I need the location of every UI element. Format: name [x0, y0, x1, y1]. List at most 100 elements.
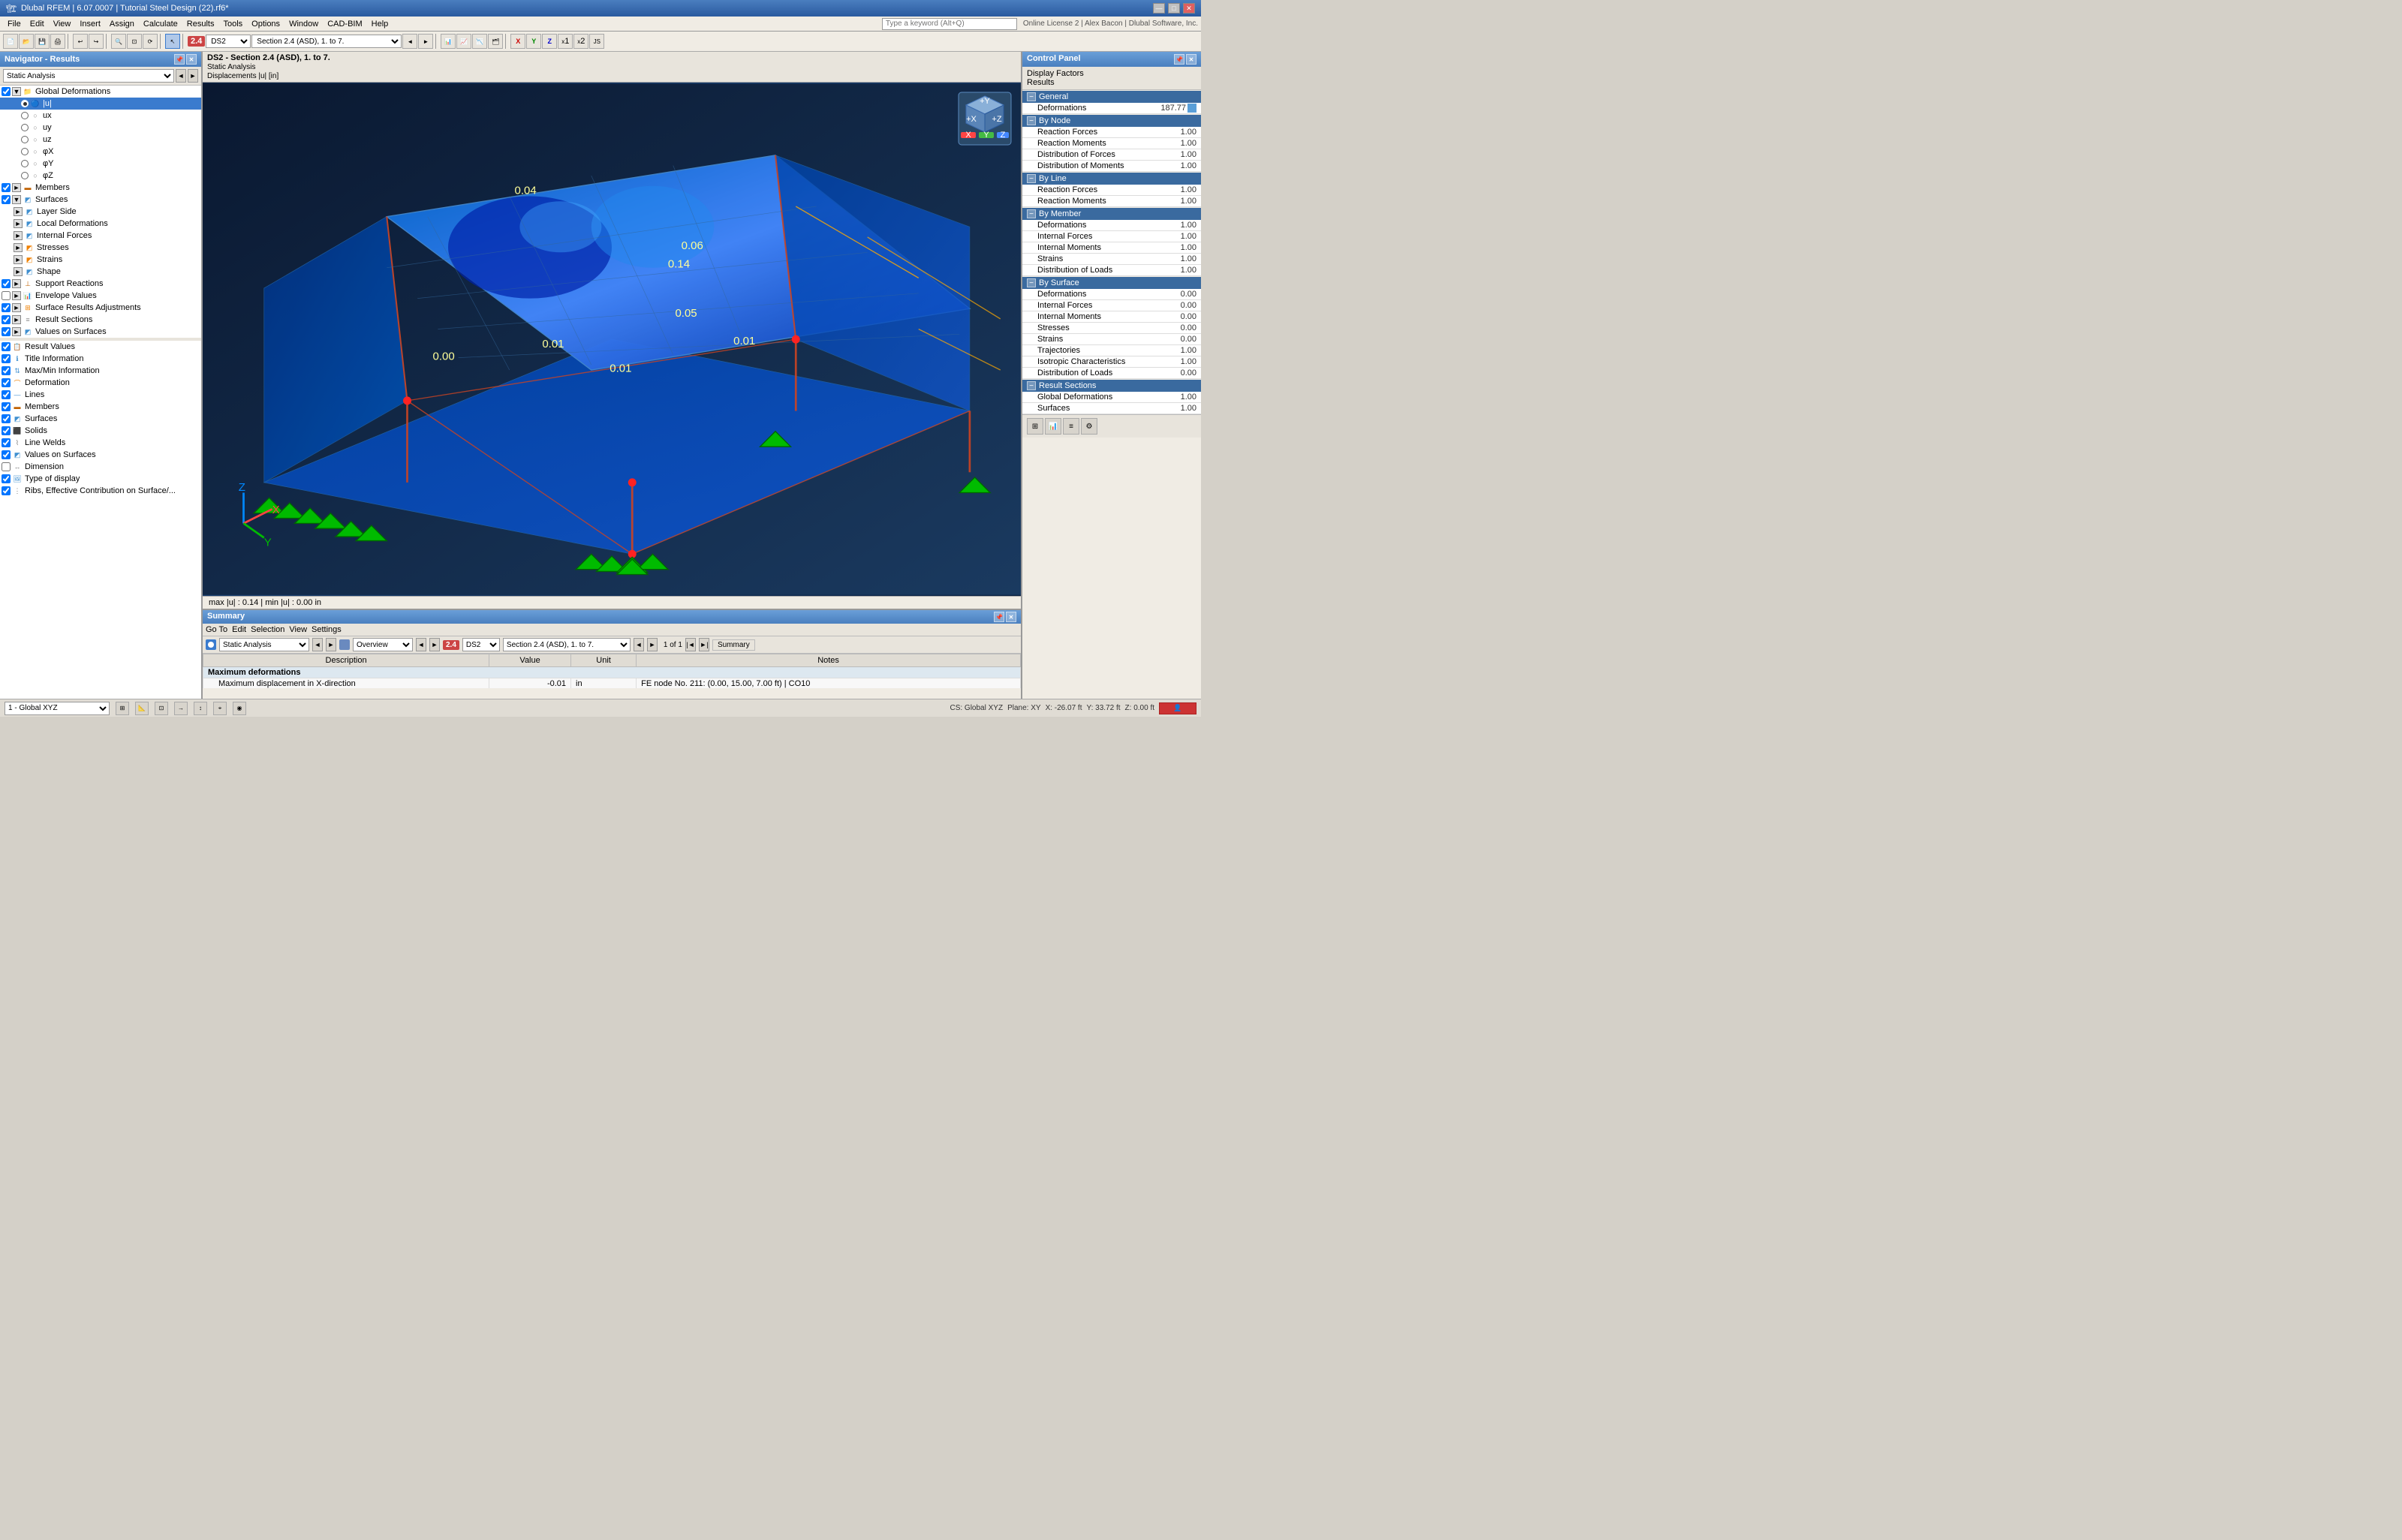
cp-section-by-node[interactable]: − By Node: [1022, 115, 1201, 127]
tb-xyz-y[interactable]: Y: [526, 34, 541, 49]
expand-values-on-surfaces[interactable]: ►: [12, 327, 21, 336]
tree-item-surface-results-adj[interactable]: ► ⊞ Surface Results Adjustments: [0, 302, 201, 314]
tb-results-view3[interactable]: 📉: [472, 34, 487, 49]
expand-layer-side[interactable]: ►: [14, 207, 23, 216]
status-btn5[interactable]: ↕: [194, 702, 207, 715]
menu-assign[interactable]: Assign: [105, 18, 139, 30]
radio-ux[interactable]: [21, 112, 29, 119]
tree-item-result-sections[interactable]: ► ≡ Result Sections: [0, 314, 201, 326]
tb-results-view4[interactable]: 🗂: [488, 34, 503, 49]
cp-section-general[interactable]: − General: [1022, 91, 1201, 103]
menu-view[interactable]: View: [49, 18, 76, 30]
summary-sheet-tab[interactable]: Summary: [712, 639, 755, 651]
cp-btn-list[interactable]: ≡: [1063, 418, 1079, 435]
check-surfaces-2[interactable]: [2, 414, 11, 423]
summary-ov-next[interactable]: ►: [429, 638, 440, 651]
menu-results[interactable]: Results: [182, 18, 219, 30]
cp-btn-settings[interactable]: ⚙: [1081, 418, 1097, 435]
expand-members[interactable]: ►: [12, 183, 21, 192]
tree-item-members[interactable]: ► ▬ Members: [0, 182, 201, 194]
ds-combo[interactable]: DS2: [206, 35, 251, 48]
summary-settings[interactable]: Settings: [312, 625, 342, 634]
tree-item-internal-forces[interactable]: ► ◩ Internal Forces: [0, 230, 201, 242]
viewport-canvas[interactable]: 0.04 0.00 0.06 0.14 0.01 0.05 0.01 0.01 …: [203, 83, 1021, 596]
check-values-2[interactable]: [2, 450, 11, 459]
check-lines[interactable]: [2, 390, 11, 399]
status-btn7[interactable]: ◉: [233, 702, 246, 715]
radio-uy[interactable]: [21, 124, 29, 131]
radio-phiz[interactable]: [21, 172, 29, 179]
cp-btn-table[interactable]: ⊞: [1027, 418, 1043, 435]
tree-item-layer-side[interactable]: ► ◩ Layer Side: [0, 206, 201, 218]
tree-item-local-deformations[interactable]: ► ◩ Local Deformations: [0, 218, 201, 230]
tree-item-shape[interactable]: ► ◩ Shape: [0, 266, 201, 278]
expand-internal-forces[interactable]: ►: [14, 231, 23, 240]
radio-u-abs[interactable]: [21, 100, 29, 107]
check-support-reactions[interactable]: [2, 279, 11, 288]
expand-global-deformations[interactable]: ▼: [12, 87, 21, 96]
nav-next-button[interactable]: ►: [188, 69, 198, 83]
cp-edit-deformations[interactable]: [1187, 104, 1196, 113]
close-button[interactable]: ✕: [1183, 3, 1195, 14]
tree-item-values-2[interactable]: ◩ Values on Surfaces: [0, 449, 201, 461]
tb-save[interactable]: 💾: [35, 34, 50, 49]
menu-calculate[interactable]: Calculate: [139, 18, 182, 30]
tree-item-lines[interactable]: — Lines: [0, 389, 201, 401]
summary-ds-combo[interactable]: DS2: [462, 638, 500, 651]
cp-collapse-result-sections[interactable]: −: [1027, 381, 1036, 390]
cp-collapse-by-line[interactable]: −: [1027, 174, 1036, 183]
tree-container[interactable]: ▼ 📁 Global Deformations 🔵 |u| ○ ux ○ uy: [0, 86, 201, 699]
tree-item-envelope-values[interactable]: ► 📊 Envelope Values: [0, 290, 201, 302]
nav-close-button[interactable]: ✕: [186, 54, 197, 65]
cp-collapse-general[interactable]: −: [1027, 92, 1036, 101]
check-values-on-surfaces[interactable]: [2, 327, 11, 336]
minimize-button[interactable]: —: [1153, 3, 1165, 14]
check-deformation[interactable]: [2, 378, 11, 387]
tb-open[interactable]: 📂: [19, 34, 34, 49]
check-line-welds[interactable]: [2, 438, 11, 447]
cp-collapse-by-node[interactable]: −: [1027, 116, 1036, 125]
expand-local-def[interactable]: ►: [14, 219, 23, 228]
tree-item-support-reactions[interactable]: ► ⊥ Support Reactions: [0, 278, 201, 290]
tree-item-solids[interactable]: ⬛ Solids: [0, 425, 201, 437]
cp-btn-chart[interactable]: 📊: [1045, 418, 1061, 435]
expand-shape[interactable]: ►: [14, 267, 23, 276]
summary-goto[interactable]: Go To: [206, 625, 227, 634]
tb-prev[interactable]: ◄: [402, 34, 417, 49]
cp-value-deformations-general[interactable]: 187.77: [1156, 104, 1196, 113]
nav-pin-button[interactable]: 📌: [174, 54, 185, 65]
tb-new[interactable]: 📄: [3, 34, 18, 49]
menu-help[interactable]: Help: [367, 18, 393, 30]
tb-zoom-in[interactable]: 🔍: [111, 34, 126, 49]
summary-edit[interactable]: Edit: [232, 625, 246, 634]
tree-item-dimension[interactable]: ↔ Dimension: [0, 461, 201, 473]
tree-item-strains[interactable]: ► ◩ Strains: [0, 254, 201, 266]
nav-prev-button[interactable]: ◄: [176, 69, 186, 83]
expand-support-reactions[interactable]: ►: [12, 279, 21, 288]
cp-collapse-by-member[interactable]: −: [1027, 209, 1036, 218]
tree-item-surfaces-check[interactable]: ◩ Surfaces: [0, 413, 201, 425]
tree-item-u-abs[interactable]: 🔵 |u|: [0, 98, 201, 110]
analysis-combo[interactable]: Static Analysis: [3, 69, 174, 83]
tree-item-uz[interactable]: ○ uz: [0, 134, 201, 146]
summary-next[interactable]: ►: [326, 638, 336, 651]
expand-surfaces[interactable]: ▼: [12, 195, 21, 204]
section-combo[interactable]: Section 2.4 (ASD), 1. to 7.: [251, 35, 402, 48]
tb-xyz-x[interactable]: X: [510, 34, 525, 49]
status-btn4[interactable]: →: [174, 702, 188, 715]
check-solids[interactable]: [2, 426, 11, 435]
tree-item-global-deformations[interactable]: ▼ 📁 Global Deformations: [0, 86, 201, 98]
menu-cad-bim[interactable]: CAD-BIM: [323, 18, 366, 30]
summary-first[interactable]: |◄: [685, 638, 696, 651]
radio-phix[interactable]: [21, 148, 29, 155]
check-members[interactable]: [2, 183, 11, 192]
tb-results-view2[interactable]: 📈: [456, 34, 471, 49]
tree-item-phiz[interactable]: ○ φZ: [0, 170, 201, 182]
tree-item-uy[interactable]: ○ uy: [0, 122, 201, 134]
tb-zoom-fit[interactable]: ⊡: [127, 34, 142, 49]
tree-item-phix[interactable]: ○ φX: [0, 146, 201, 158]
check-maxmin-info[interactable]: [2, 366, 11, 375]
summary-pin-button[interactable]: 📌: [994, 612, 1004, 622]
radio-phiy[interactable]: [21, 160, 29, 167]
tb-xyz-2[interactable]: x2: [573, 34, 588, 49]
